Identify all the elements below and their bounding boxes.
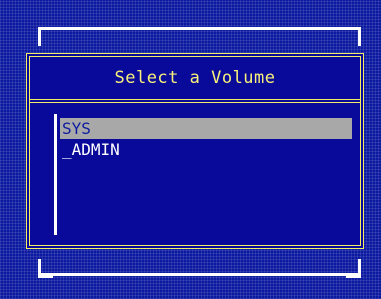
frame-bottom-line [40,273,358,276]
volume-item-admin[interactable]: _ADMIN [60,139,352,160]
frame-top-left-corner [38,27,53,46]
volume-list: SYS _ADMIN [48,114,360,237]
frame-top-right-corner [346,27,361,46]
frame-bottom-right-corner [346,259,361,278]
dos-screen: Select a Volume SYS _ADMIN [0,0,381,299]
volume-item-sys[interactable]: SYS [60,118,352,139]
frame-bottom-left-corner [38,259,53,278]
frame-top-line [40,27,358,30]
list-scroll-rail [54,114,57,235]
dialog-title-bar: Select a Volume [30,57,360,103]
dialog-title: Select a Volume [114,68,276,88]
select-volume-dialog: Select a Volume SYS _ADMIN [26,53,364,249]
